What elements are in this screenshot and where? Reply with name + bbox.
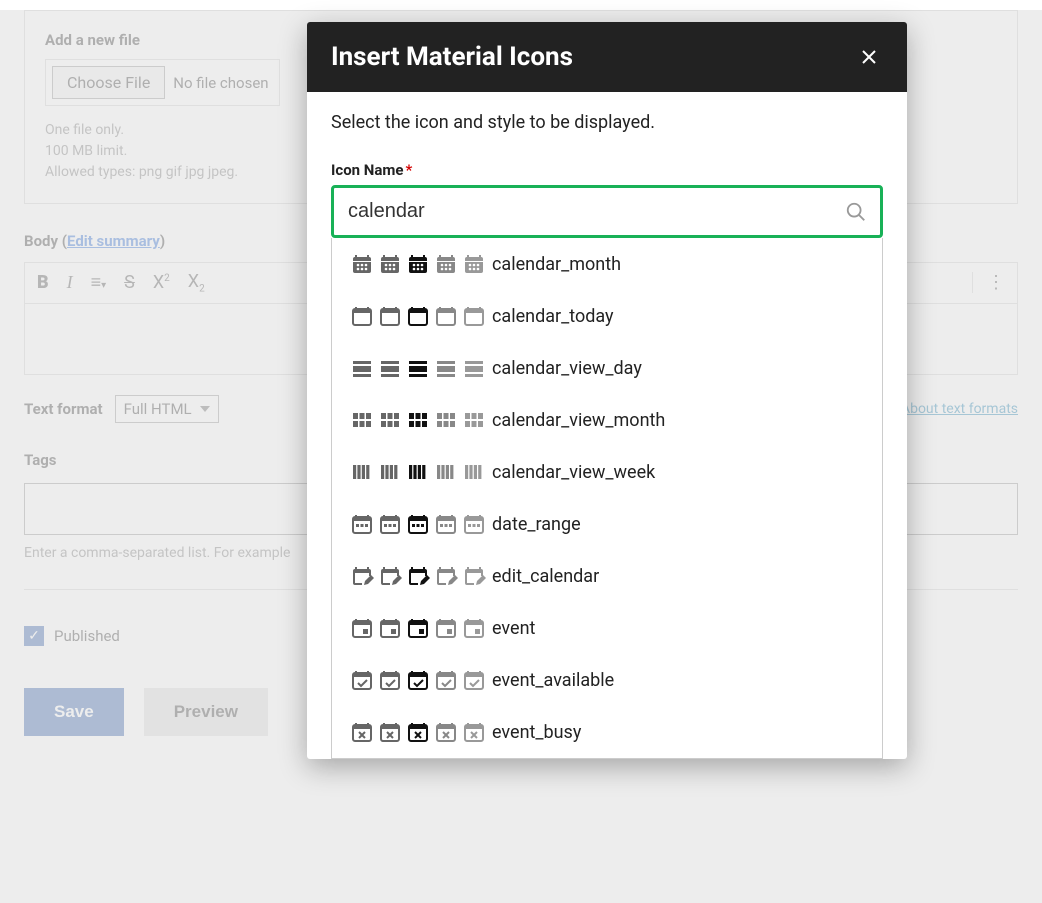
date_range-icon[interactable] <box>434 512 458 536</box>
calendar_month-icon[interactable] <box>434 252 458 276</box>
calendar_month-icon[interactable] <box>378 252 402 276</box>
calendar_view_week-icon[interactable] <box>462 460 486 484</box>
calendar_view_month-icon[interactable] <box>434 408 458 432</box>
event_busy-icon[interactable] <box>434 720 458 744</box>
icon-result-label: calendar_view_week <box>492 462 655 484</box>
icon-result-label: edit_calendar <box>492 566 599 588</box>
icon-result-event[interactable]: event <box>332 602 882 654</box>
calendar_view_month-icon[interactable] <box>406 408 430 432</box>
icon-name-label: Icon Name <box>331 161 404 179</box>
edit_calendar-icon[interactable] <box>378 564 402 588</box>
icon-result-label: event_busy <box>492 722 581 744</box>
date_range-icon[interactable] <box>406 512 430 536</box>
icon-result-calendar_view_month[interactable]: calendar_view_month <box>332 394 882 446</box>
icon-results-list: calendar_month calendar_today calendar_vie… <box>331 238 883 759</box>
calendar_view_day-icon[interactable] <box>378 356 402 380</box>
icon-result-calendar_view_day[interactable]: calendar_view_day <box>332 342 882 394</box>
calendar_today-icon[interactable] <box>406 304 430 328</box>
icon-result-label: event_available <box>492 670 614 692</box>
event-icon[interactable] <box>462 616 486 640</box>
calendar_view_day-icon[interactable] <box>350 356 374 380</box>
date_range-icon[interactable] <box>350 512 374 536</box>
edit_calendar-icon[interactable] <box>462 564 486 588</box>
event_busy-icon[interactable] <box>378 720 402 744</box>
icon-result-event_available[interactable]: event_available <box>332 654 882 706</box>
event_busy-icon[interactable] <box>350 720 374 744</box>
event-icon[interactable] <box>378 616 402 640</box>
icon-result-label: calendar_view_day <box>492 358 642 380</box>
modal-header: Insert Material Icons <box>307 22 907 92</box>
icon-result-calendar_today[interactable]: calendar_today <box>332 290 882 342</box>
date_range-icon[interactable] <box>378 512 402 536</box>
event_available-icon[interactable] <box>378 668 402 692</box>
calendar_today-icon[interactable] <box>350 304 374 328</box>
calendar_today-icon[interactable] <box>434 304 458 328</box>
required-mark: * <box>406 161 413 179</box>
event_available-icon[interactable] <box>350 668 374 692</box>
insert-icons-modal: Insert Material Icons Select the icon an… <box>307 22 907 759</box>
edit_calendar-icon[interactable] <box>434 564 458 588</box>
event-icon[interactable] <box>350 616 374 640</box>
calendar_month-icon[interactable] <box>462 252 486 276</box>
calendar_month-icon[interactable] <box>350 252 374 276</box>
calendar_today-icon[interactable] <box>462 304 486 328</box>
calendar_view_week-icon[interactable] <box>350 460 374 484</box>
search-input[interactable] <box>334 188 832 235</box>
icon-result-calendar_view_week[interactable]: calendar_view_week <box>332 446 882 498</box>
calendar_view_day-icon[interactable] <box>462 356 486 380</box>
event-icon[interactable] <box>406 616 430 640</box>
calendar_view_week-icon[interactable] <box>434 460 458 484</box>
event_busy-icon[interactable] <box>406 720 430 744</box>
icon-result-label: calendar_month <box>492 254 621 276</box>
icon-result-event_busy[interactable]: event_busy <box>332 706 882 758</box>
event_available-icon[interactable] <box>434 668 458 692</box>
icon-result-label: calendar_view_month <box>492 410 665 432</box>
icon-result-label: date_range <box>492 514 581 536</box>
icon-search-field[interactable] <box>331 185 883 238</box>
calendar_view_month-icon[interactable] <box>378 408 402 432</box>
modal-title: Insert Material Icons <box>331 42 573 72</box>
calendar_view_day-icon[interactable] <box>434 356 458 380</box>
event_available-icon[interactable] <box>406 668 430 692</box>
calendar_view_week-icon[interactable] <box>378 460 402 484</box>
event_available-icon[interactable] <box>462 668 486 692</box>
calendar_month-icon[interactable] <box>406 252 430 276</box>
search-icon[interactable] <box>832 201 880 223</box>
event-icon[interactable] <box>434 616 458 640</box>
modal-description: Select the icon and style to be displaye… <box>331 112 883 133</box>
icon-result-date_range[interactable]: date_range <box>332 498 882 550</box>
calendar_view_month-icon[interactable] <box>462 408 486 432</box>
edit_calendar-icon[interactable] <box>406 564 430 588</box>
date_range-icon[interactable] <box>462 512 486 536</box>
icon-result-label: calendar_today <box>492 306 614 328</box>
icon-result-calendar_month[interactable]: calendar_month <box>332 238 882 290</box>
calendar_today-icon[interactable] <box>378 304 402 328</box>
calendar_view_month-icon[interactable] <box>350 408 374 432</box>
icon-result-edit_calendar[interactable]: edit_calendar <box>332 550 882 602</box>
calendar_view_day-icon[interactable] <box>406 356 430 380</box>
event_busy-icon[interactable] <box>462 720 486 744</box>
icon-result-label: event <box>492 618 535 640</box>
close-icon[interactable] <box>855 43 883 71</box>
calendar_view_week-icon[interactable] <box>406 460 430 484</box>
edit_calendar-icon[interactable] <box>350 564 374 588</box>
